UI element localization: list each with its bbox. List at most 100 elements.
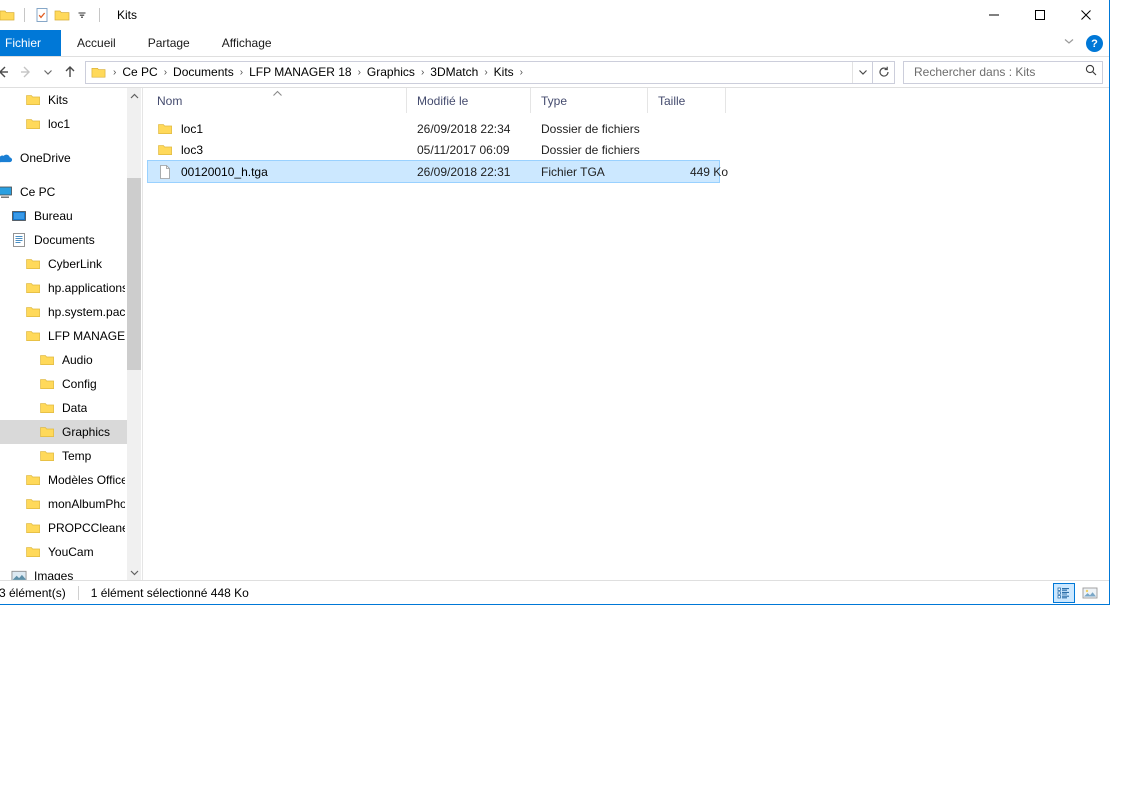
- sidebar-item-ce-pc[interactable]: Ce PC: [0, 180, 127, 204]
- documents-icon: [11, 232, 27, 248]
- folder-icon: [25, 280, 41, 296]
- breadcrumb-folder-icon: [86, 65, 110, 80]
- breadcrumb-item-graphics[interactable]: Graphics: [364, 65, 418, 79]
- onedrive-icon: [0, 150, 13, 166]
- navigation-scrollbar[interactable]: [127, 88, 141, 580]
- tab-affichage[interactable]: Affichage: [206, 30, 288, 56]
- sidebar-item-temp[interactable]: Temp: [0, 444, 127, 468]
- explorer-window: Kits Fichier Accueil Partage Affichage ?: [0, 0, 1110, 605]
- cell-date: 26/09/2018 22:34: [417, 121, 511, 136]
- toolbar-divider: [24, 8, 25, 22]
- new-folder-icon[interactable]: [52, 5, 72, 25]
- search-icon[interactable]: [1084, 63, 1098, 82]
- tab-accueil[interactable]: Accueil: [61, 30, 132, 56]
- table-row[interactable]: loc3 05/11/2017 06:09 Dossier de fichiers: [147, 139, 1105, 160]
- breadcrumb-item-ce-pc[interactable]: Ce PC: [119, 65, 160, 79]
- help-icon[interactable]: ?: [1086, 35, 1103, 52]
- sidebar-item-propccleaner[interactable]: PROPCCleaner: [0, 516, 127, 540]
- window-controls: [971, 0, 1109, 30]
- cell-type: Dossier de fichiers: [541, 121, 640, 136]
- chevron-down-icon[interactable]: [852, 61, 872, 83]
- folder-icon: [25, 256, 41, 272]
- recent-locations-icon[interactable]: [37, 59, 59, 85]
- breadcrumb-item-lfp-manager-18[interactable]: LFP MANAGER 18: [246, 65, 354, 79]
- sidebar-item-audio[interactable]: Audio: [0, 348, 127, 372]
- breadcrumb-item-kits[interactable]: Kits: [491, 65, 517, 79]
- sidebar-item-graphics[interactable]: Graphics: [0, 420, 127, 444]
- column-header-taille[interactable]: Taille: [648, 88, 726, 113]
- scrollbar-thumb[interactable]: [127, 178, 141, 370]
- scroll-up-button[interactable]: [127, 88, 141, 104]
- folder-icon[interactable]: [0, 5, 17, 25]
- cell-type: Fichier TGA: [541, 164, 605, 179]
- details-view-button[interactable]: [1053, 583, 1075, 603]
- sidebar-item-images[interactable]: Images: [0, 564, 127, 580]
- table-row[interactable]: loc1 26/09/2018 22:34 Dossier de fichiers: [147, 118, 1105, 139]
- sidebar-item-mod-les-office[interactable]: Modèles Office: [0, 468, 127, 492]
- breadcrumb-item-documents[interactable]: Documents: [170, 65, 237, 79]
- sidebar-item-label: CyberLink: [48, 257, 103, 271]
- table-row[interactable]: 00120010_h.tga 26/09/2018 22:31 Fichier TG…: [147, 160, 728, 183]
- window-title: Kits: [117, 8, 138, 22]
- breadcrumb-sep-5[interactable]: ›: [481, 67, 490, 78]
- search-input[interactable]: [912, 64, 1084, 80]
- breadcrumb-sep-4[interactable]: ›: [418, 67, 427, 78]
- sidebar-item-hp-system-pack[interactable]: hp.system.pack: [0, 300, 127, 324]
- folder-icon: [25, 472, 41, 488]
- close-button[interactable]: [1063, 0, 1109, 30]
- tab-partage[interactable]: Partage: [132, 30, 206, 56]
- sidebar-item-lfp-manager-18[interactable]: LFP MANAGER 18: [0, 324, 127, 348]
- sidebar-item-label: hp.system.pack: [48, 305, 125, 319]
- folder-icon: [25, 520, 41, 536]
- folder-icon: [25, 328, 41, 344]
- sidebar-item-youcam[interactable]: YouCam: [0, 540, 127, 564]
- sidebar-item-cyberlink[interactable]: CyberLink: [0, 252, 127, 276]
- sidebar-item-bureau[interactable]: Bureau: [0, 204, 127, 228]
- chevron-down-icon[interactable]: [1062, 34, 1076, 53]
- column-header-type[interactable]: Type: [531, 88, 648, 113]
- sidebar-item-documents[interactable]: Documents: [0, 228, 127, 252]
- column-header-nom-label: Nom: [157, 93, 183, 108]
- sidebar-item-label: OneDrive: [20, 151, 71, 165]
- window-body: Kits loc1 OneDrive Ce PC Bureau Documents Cybe…: [0, 87, 1109, 580]
- sidebar-item-label: Ce PC: [20, 185, 56, 199]
- sidebar-item-onedrive[interactable]: OneDrive: [0, 146, 127, 170]
- breadcrumb[interactable]: › Ce PC › Documents › LFP MANAGER 18 › G…: [85, 60, 873, 84]
- properties-icon[interactable]: [32, 5, 52, 25]
- column-headers: Nom Modifié le Type Taille: [143, 88, 1109, 113]
- breadcrumb-sep-1[interactable]: ›: [161, 67, 170, 78]
- sidebar-item-monalbumphoto[interactable]: monAlbumPhoto: [0, 492, 127, 516]
- forward-arrow-icon[interactable]: [15, 59, 37, 85]
- tab-fichier[interactable]: Fichier: [0, 30, 62, 56]
- breadcrumb-sep-3[interactable]: ›: [355, 67, 364, 78]
- title-bar: Kits: [0, 0, 1109, 30]
- sidebar-item-data[interactable]: Data: [0, 396, 127, 420]
- breadcrumb-item-3dmatch[interactable]: 3DMatch: [427, 65, 481, 79]
- breadcrumb-sep-6[interactable]: ›: [517, 67, 526, 78]
- search-box[interactable]: [903, 60, 1103, 84]
- ribbon-tab-bar: Fichier Accueil Partage Affichage ?: [0, 30, 1109, 57]
- column-header-modifie-le[interactable]: Modifié le: [407, 88, 531, 113]
- sidebar-item-kits[interactable]: Kits: [0, 88, 127, 112]
- minimize-button[interactable]: [971, 0, 1017, 30]
- breadcrumb-sep-2[interactable]: ›: [237, 67, 246, 78]
- maximize-button[interactable]: [1017, 0, 1063, 30]
- column-header-nom[interactable]: Nom: [147, 88, 407, 113]
- sidebar-item-label: Temp: [62, 449, 92, 463]
- back-arrow-icon[interactable]: [0, 59, 15, 85]
- refresh-icon[interactable]: [873, 60, 895, 84]
- folder-icon: [39, 424, 55, 440]
- scroll-down-button[interactable]: [127, 564, 141, 580]
- cell-date: 26/09/2018 22:31: [417, 164, 511, 179]
- selection-info-label: 1 élément sélectionné 448 Ko: [90, 585, 249, 600]
- sidebar-item-config[interactable]: Config: [0, 372, 127, 396]
- status-bar: 3 élément(s) 1 élément sélectionné 448 K…: [0, 580, 1109, 604]
- sidebar-item-loc1[interactable]: loc1: [0, 112, 127, 136]
- up-arrow-icon[interactable]: [59, 59, 81, 85]
- folder-icon: [25, 116, 41, 132]
- folder-icon: [39, 448, 55, 464]
- file-rows: loc1 26/09/2018 22:34 Dossier de fichiers l…: [143, 113, 1109, 580]
- large-icons-view-button[interactable]: [1079, 583, 1101, 603]
- sidebar-item-hp-applications[interactable]: hp.applications: [0, 276, 127, 300]
- chevron-down-icon[interactable]: [72, 5, 92, 25]
